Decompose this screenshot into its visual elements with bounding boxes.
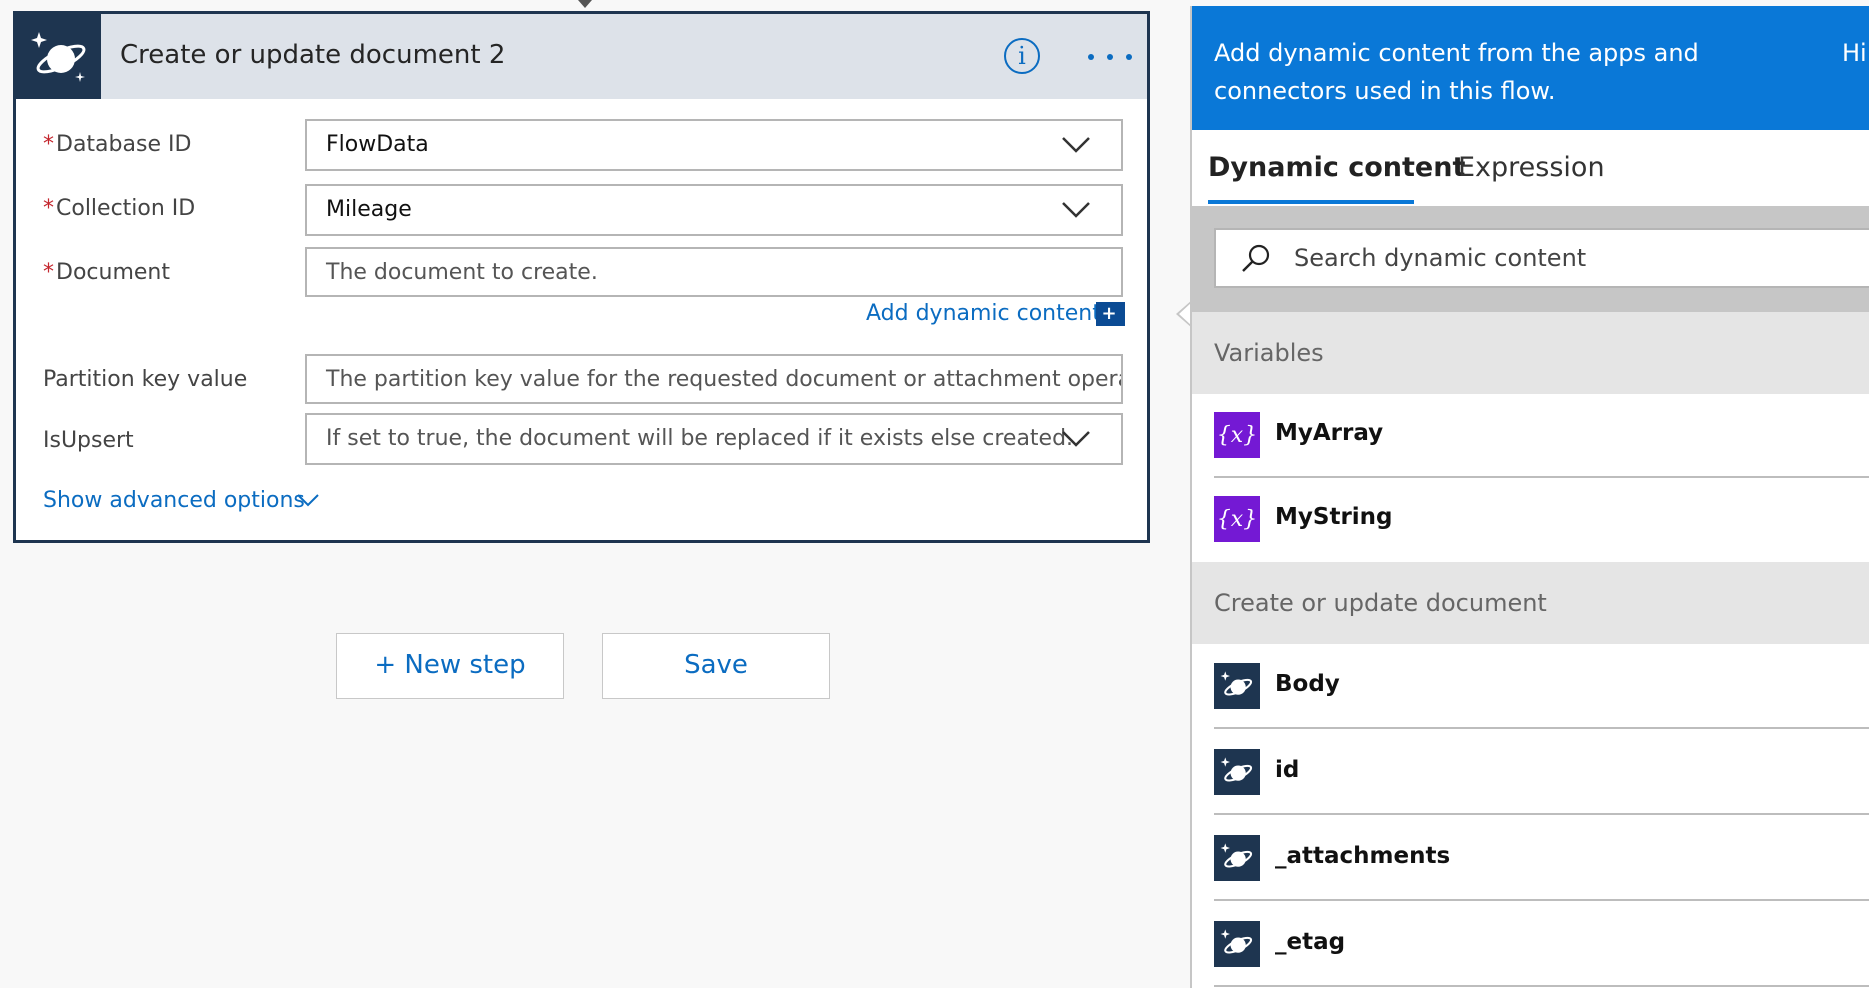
required-marker: * bbox=[43, 196, 54, 221]
hide-link[interactable]: Hi bbox=[1842, 34, 1867, 72]
dynamic-item-myarray[interactable]: {x} MyArray bbox=[1214, 394, 1869, 478]
partition-key-placeholder: The partition key value for the requeste… bbox=[326, 367, 1123, 392]
info-icon[interactable]: i bbox=[1004, 38, 1040, 74]
dynamic-item-mystring[interactable]: {x} MyString bbox=[1214, 478, 1869, 562]
panel-banner: Add dynamic content from the apps and co… bbox=[1192, 6, 1869, 130]
add-dynamic-content-icon[interactable]: + bbox=[1096, 302, 1122, 326]
search-icon bbox=[1242, 244, 1270, 272]
save-button[interactable]: Save bbox=[602, 633, 830, 699]
cosmos-db-icon bbox=[1214, 921, 1260, 967]
partition-key-label: Partition key value bbox=[43, 367, 248, 392]
is-upsert-dropdown[interactable]: If set to true, the document will be rep… bbox=[305, 413, 1123, 465]
chevron-down-icon[interactable] bbox=[296, 492, 320, 508]
database-id-label-text: Database ID bbox=[56, 132, 192, 157]
required-marker: * bbox=[43, 132, 54, 157]
add-dynamic-content-bar bbox=[1122, 302, 1125, 326]
variable-icon: {x} bbox=[1214, 496, 1260, 542]
is-upsert-placeholder: If set to true, the document will be rep… bbox=[326, 426, 1074, 451]
database-id-label: *Database ID bbox=[43, 132, 191, 157]
add-dynamic-content-link[interactable]: Add dynamic content bbox=[866, 301, 1101, 326]
dynamic-item-label: MyString bbox=[1275, 504, 1393, 530]
more-options-icon[interactable] bbox=[1088, 52, 1132, 62]
cosmos-db-icon bbox=[1214, 835, 1260, 881]
collection-id-dropdown[interactable]: Mileage bbox=[305, 184, 1123, 236]
search-input[interactable] bbox=[1294, 230, 1854, 286]
dynamic-item-id[interactable]: id bbox=[1214, 731, 1869, 815]
section-header-variables: Variables bbox=[1192, 312, 1869, 394]
document-field[interactable]: The document to create. bbox=[305, 247, 1123, 297]
dynamic-item-label: Body bbox=[1275, 671, 1340, 697]
card-header[interactable]: Create or update document 2 i bbox=[16, 14, 1147, 99]
dynamic-item-label: id bbox=[1275, 757, 1300, 783]
document-placeholder: The document to create. bbox=[326, 260, 598, 285]
chevron-down-icon[interactable] bbox=[1061, 429, 1091, 449]
document-label-text: Document bbox=[56, 260, 170, 285]
search-box[interactable] bbox=[1214, 228, 1869, 288]
section-header-create-or-update-document: Create or update document bbox=[1192, 562, 1869, 644]
dynamic-item-label: _attachments bbox=[1275, 843, 1451, 869]
cosmos-db-icon bbox=[1214, 749, 1260, 795]
dynamic-item-label: _etag bbox=[1275, 929, 1346, 955]
action-card: Create or update document 2 i *Database … bbox=[13, 11, 1150, 543]
tab-expression[interactable]: Expression bbox=[1458, 152, 1605, 183]
partition-key-field[interactable]: The partition key value for the requeste… bbox=[305, 354, 1123, 404]
dynamic-item-etag[interactable]: _etag bbox=[1214, 903, 1869, 987]
banner-text: Add dynamic content from the apps and co… bbox=[1214, 39, 1699, 105]
show-advanced-options-link[interactable]: Show advanced options bbox=[43, 488, 305, 513]
new-step-button[interactable]: + New step bbox=[336, 633, 564, 699]
document-label: *Document bbox=[43, 260, 170, 285]
chevron-down-icon[interactable] bbox=[1061, 135, 1091, 155]
connector-arrow-icon bbox=[578, 0, 592, 8]
cosmos-db-icon bbox=[16, 14, 101, 99]
collection-id-label-text: Collection ID bbox=[56, 196, 196, 221]
variable-icon: {x} bbox=[1214, 412, 1260, 458]
is-upsert-label: IsUpsert bbox=[43, 428, 134, 453]
chevron-down-icon[interactable] bbox=[1061, 200, 1091, 220]
dynamic-item-attachments[interactable]: _attachments bbox=[1214, 817, 1869, 901]
database-id-dropdown[interactable]: FlowData bbox=[305, 119, 1123, 171]
dynamic-content-panel: Add dynamic content from the apps and co… bbox=[1190, 6, 1869, 988]
collection-id-value: Mileage bbox=[326, 197, 412, 222]
card-title[interactable]: Create or update document 2 bbox=[120, 40, 505, 70]
dynamic-item-label: MyArray bbox=[1275, 420, 1384, 446]
dynamic-item-body[interactable]: Body bbox=[1214, 645, 1869, 729]
cosmos-db-icon bbox=[1214, 663, 1260, 709]
collection-id-label: *Collection ID bbox=[43, 196, 195, 221]
active-tab-indicator bbox=[1208, 200, 1414, 204]
tab-dynamic-content[interactable]: Dynamic content bbox=[1208, 152, 1465, 183]
database-id-value: FlowData bbox=[326, 132, 429, 157]
required-marker: * bbox=[43, 260, 54, 285]
